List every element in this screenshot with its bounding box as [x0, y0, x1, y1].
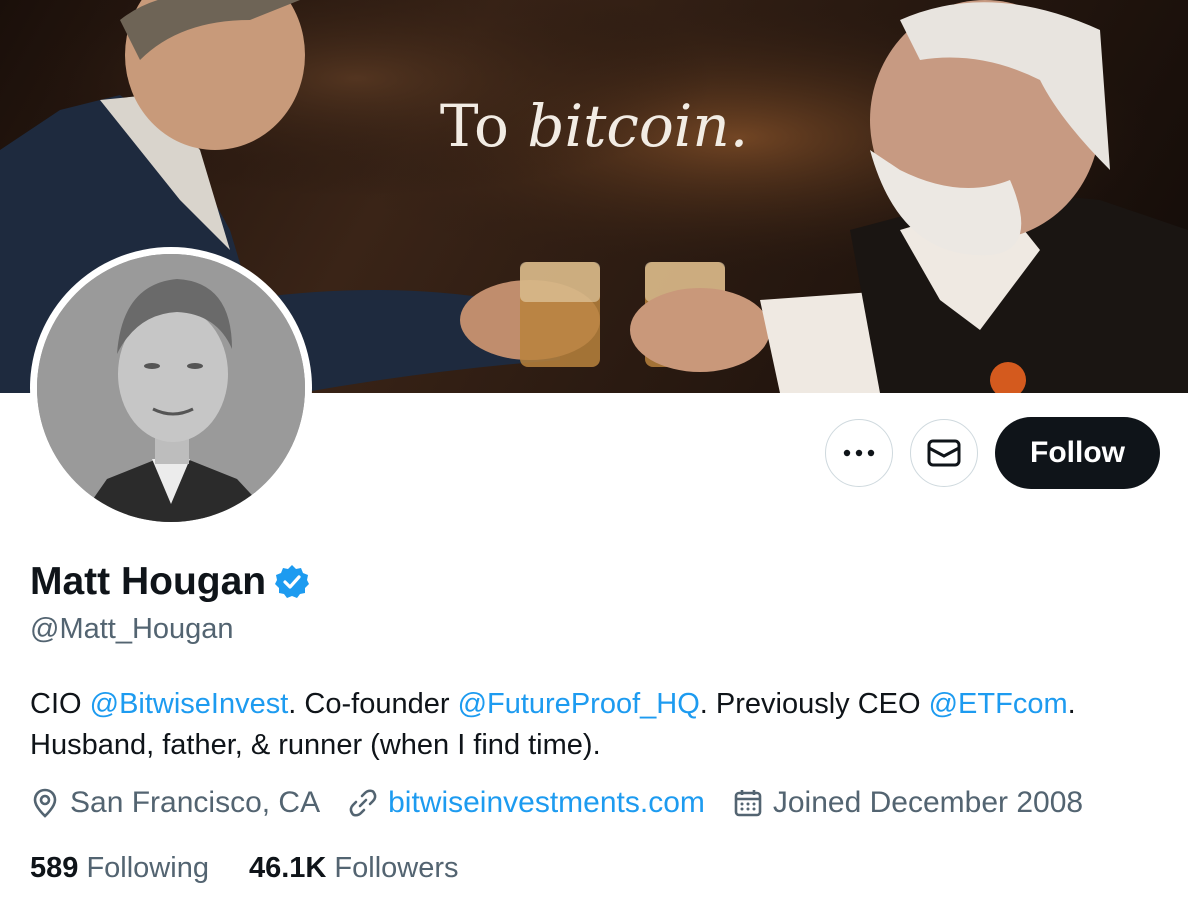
avatar[interactable] — [37, 254, 305, 522]
bio-text: . Previously CEO — [699, 688, 929, 720]
bio: CIO @BitwiseInvest. Co-founder @FuturePr… — [30, 684, 1150, 766]
location-item: San Francisco, CA — [30, 786, 320, 820]
more-icon — [843, 449, 875, 457]
mention-link[interactable]: @BitwiseInvest — [90, 688, 289, 720]
verified-badge-icon[interactable] — [274, 564, 310, 600]
profile-meta: San Francisco, CA bitwiseinvestments.com… — [30, 786, 1111, 820]
profile-actions: Follow — [825, 417, 1160, 489]
message-button[interactable] — [910, 419, 979, 487]
following-stat[interactable]: 589 Following — [30, 852, 209, 885]
follow-button[interactable]: Follow — [995, 417, 1160, 489]
followers-label: Followers — [334, 852, 459, 884]
followers-count: 46.1K — [248, 852, 327, 884]
banner-caption-italic: bitcoin. — [527, 92, 749, 160]
following-label: Following — [86, 852, 209, 884]
bio-text-line2: Husband, father, & runner (when I find t… — [30, 729, 601, 761]
banner-caption: To bitcoin. — [0, 92, 1188, 160]
more-button[interactable] — [825, 419, 894, 487]
link-icon — [348, 788, 378, 818]
bio-text: . Co-founder — [288, 688, 458, 720]
name-row: Matt Hougan — [30, 560, 310, 604]
profile-stats: 589 Following 46.1K Followers — [30, 852, 459, 885]
bio-text: . — [1067, 688, 1076, 720]
joined-text: Joined December 2008 — [772, 786, 1084, 819]
bio-text: CIO — [30, 688, 90, 720]
mention-link[interactable]: @ETFcom — [929, 688, 1068, 720]
user-handle: @Matt_Hougan — [30, 613, 234, 645]
joined-item: Joined December 2008 — [733, 786, 1083, 820]
website-link[interactable]: bitwiseinvestments.com — [388, 786, 705, 820]
banner-caption-plain: To — [439, 92, 528, 160]
website-item[interactable]: bitwiseinvestments.com — [348, 786, 705, 820]
display-name: Matt Hougan — [30, 560, 267, 603]
calendar-icon — [733, 788, 763, 818]
mention-link[interactable]: @FutureProof_HQ — [458, 688, 700, 720]
avatar-portrait — [37, 254, 305, 522]
following-count: 589 — [30, 852, 79, 884]
location-text: San Francisco, CA — [70, 786, 321, 819]
followers-stat[interactable]: 46.1K Followers — [249, 852, 459, 885]
location-pin-icon — [30, 788, 60, 818]
mail-icon — [927, 439, 961, 467]
